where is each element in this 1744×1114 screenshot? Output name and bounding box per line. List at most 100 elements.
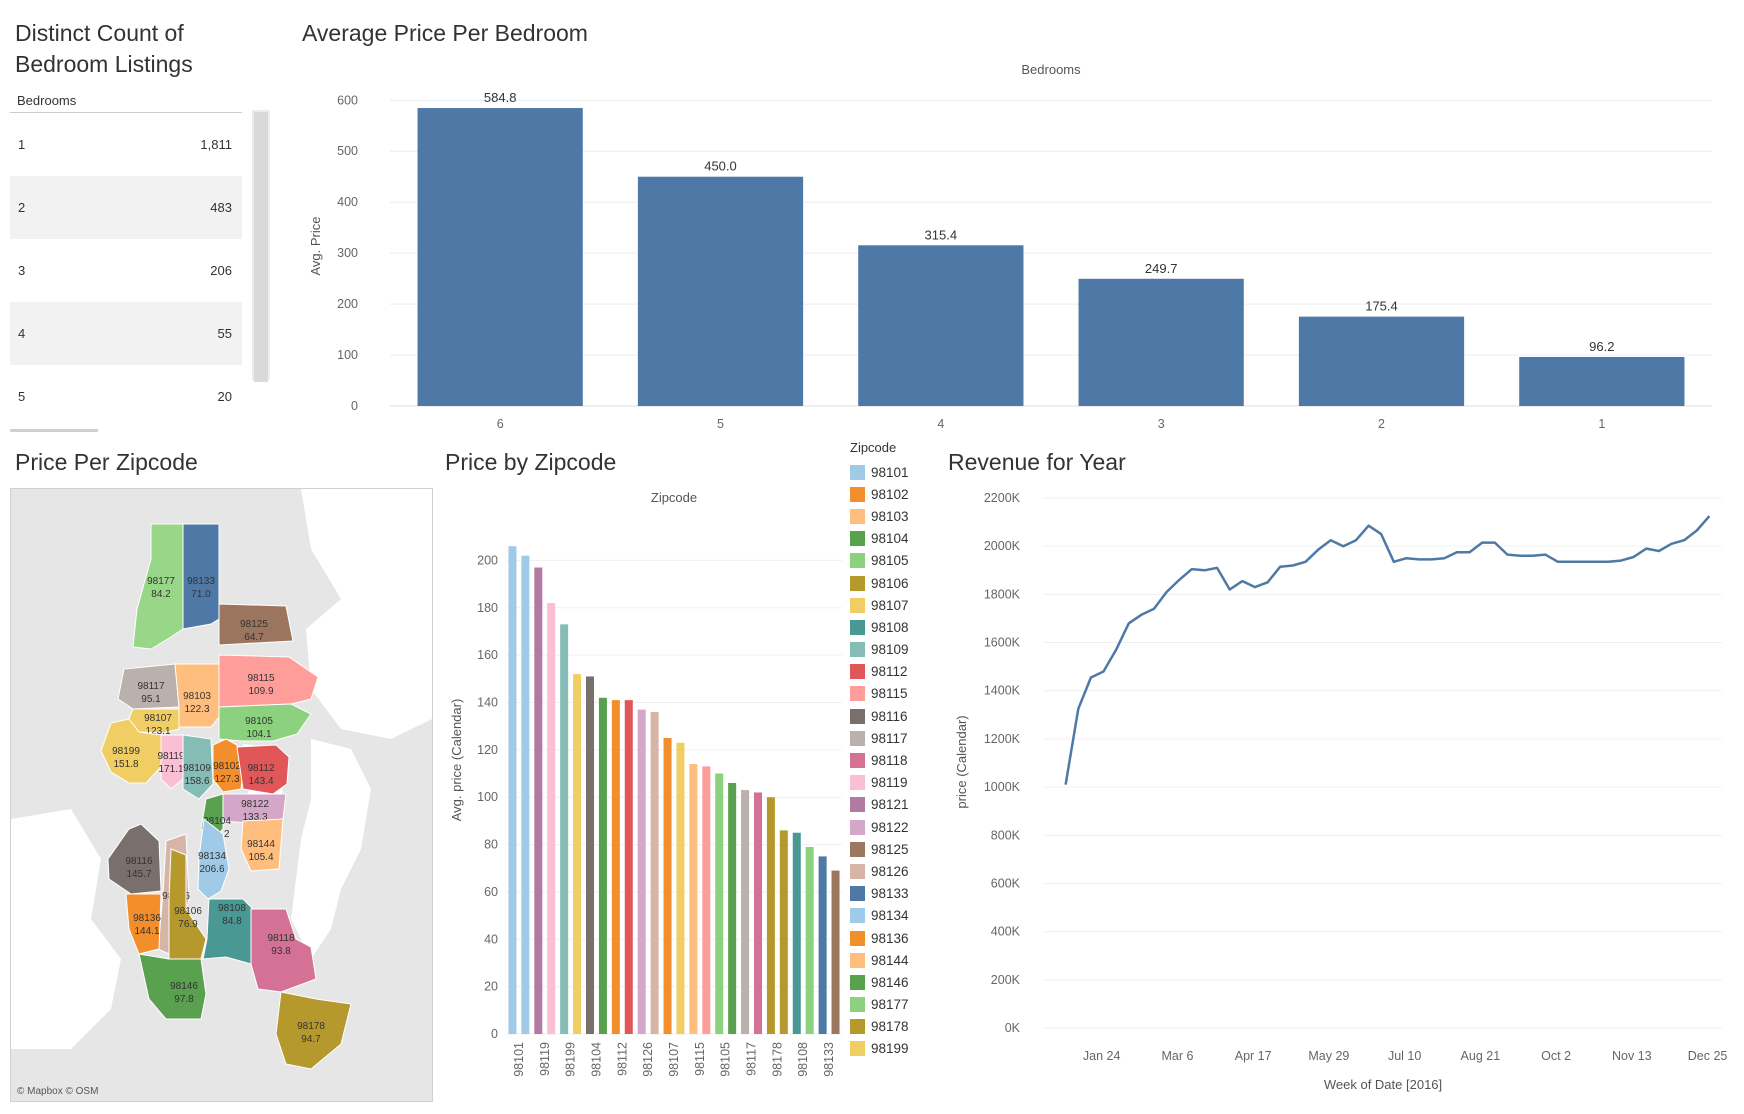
bar[interactable] [508,546,517,1034]
bar[interactable] [805,846,814,1034]
map-region-value-label: 105.4 [248,852,273,863]
bar[interactable] [637,176,804,406]
bar[interactable] [741,790,750,1034]
legend-item-98133[interactable]: 98133 [850,883,909,905]
map-region-value-label: 93.8 [271,946,291,957]
bar[interactable] [728,783,737,1034]
legend-label: 98199 [871,1041,909,1057]
y-tick-label: 400 [337,195,358,209]
map-region-zip-label: 98103 [183,691,211,702]
map-region-zip-label: 98122 [241,799,269,810]
x-tick-label: 98112 [615,1042,629,1076]
bar[interactable] [715,773,724,1034]
legend-item-98177[interactable]: 98177 [850,994,909,1016]
map-region-zip-label: 98119 [157,751,185,762]
legend-label: 98102 [871,486,909,502]
map-region-98119[interactable] [160,734,184,790]
revenue-line[interactable] [1064,515,1711,785]
legend-item-98106[interactable]: 98106 [850,572,909,594]
legend-item-98102[interactable]: 98102 [850,483,909,505]
legend-item-98109[interactable]: 98109 [850,639,909,661]
bar[interactable] [534,567,543,1034]
bar[interactable] [676,742,685,1034]
bar[interactable] [858,245,1024,406]
bar[interactable] [573,674,582,1034]
bar[interactable] [1078,278,1244,406]
legend-item-98107[interactable]: 98107 [850,594,909,616]
bar[interactable] [624,700,633,1034]
legend-swatch [850,908,865,924]
y-tick-label: 1000K [984,780,1021,794]
map-region-value-label: 84.8 [222,916,242,927]
legend-item-98116[interactable]: 98116 [850,705,909,727]
bar[interactable] [560,624,569,1034]
legend-item-98199[interactable]: 98199 [850,1038,909,1060]
legend-label: 98144 [871,952,909,968]
map-region-98136[interactable] [125,893,162,955]
bar[interactable] [637,709,646,1034]
bar[interactable] [702,766,711,1034]
bar[interactable] [779,830,788,1034]
legend-item-98103[interactable]: 98103 [850,505,909,527]
bar[interactable] [417,108,583,406]
legend-item-98119[interactable]: 98119 [850,772,909,794]
map-region-value-label: 206.6 [199,864,224,875]
legend-item-98101[interactable]: 98101 [850,461,909,483]
zipcode-map[interactable]: 98177 84.2 98133 71.0 98125 64.7 98117 95.1 9810… [10,488,433,1102]
legend-label: 98116 [871,708,908,724]
bar[interactable] [598,697,607,1034]
legend-item-98115[interactable]: 98115 [850,683,909,705]
legend-item-98122[interactable]: 98122 [850,816,909,838]
legend-item-98121[interactable]: 98121 [850,794,909,816]
bar[interactable] [689,764,698,1034]
y-tick-label: 140 [477,695,498,709]
x-tick-label: May 29 [1308,1049,1349,1063]
bar[interactable] [792,832,801,1034]
map-region-value-label: 109.9 [248,686,273,697]
bar[interactable] [547,603,556,1034]
legend-item-98125[interactable]: 98125 [850,838,909,860]
map-region-value-label: 84.2 [151,589,171,600]
legend-item-98136[interactable]: 98136 [850,927,909,949]
bar[interactable] [753,792,763,1034]
bar[interactable] [1298,316,1465,406]
bar[interactable] [611,700,620,1034]
y-tick-label: 600 [337,93,358,107]
legend-label: 98117 [871,730,908,746]
legend-item-98126[interactable]: 98126 [850,860,909,882]
bar[interactable] [818,856,827,1034]
legend-item-98104[interactable]: 98104 [850,528,909,550]
legend-label: 98112 [871,664,908,680]
map-region-zip-label: 98118 [267,933,295,944]
bar[interactable] [1519,356,1685,406]
bar[interactable] [650,711,659,1034]
x-tick-label: 98199 [564,1042,578,1077]
map-region-zip-label: 98116 [125,856,153,867]
legend-item-98112[interactable]: 98112 [850,661,909,683]
legend-item-98146[interactable]: 98146 [850,971,909,993]
bar[interactable] [831,870,840,1034]
column-header-bedrooms: Bedrooms [1021,62,1081,77]
map-region-value-label: 64.7 [244,632,264,643]
legend-item-98117[interactable]: 98117 [850,727,909,749]
y-axis-label: Avg. Price [308,216,323,275]
legend-item-98178[interactable]: 98178 [850,1016,909,1038]
map-region-value-label: 76.9 [178,919,198,930]
legend-item-98134[interactable]: 98134 [850,905,909,927]
map-region-zip-label: 98102 [213,761,241,772]
legend-item-98108[interactable]: 98108 [850,616,909,638]
legend-label: 98146 [871,974,909,990]
bar[interactable] [521,555,530,1034]
legend-swatch [850,819,865,835]
legend-item-98105[interactable]: 98105 [850,550,909,572]
bar-data-label: 249.7 [1145,261,1178,276]
map-region-value-label: 104.1 [246,729,271,740]
bar[interactable] [585,676,595,1034]
legend-item-98118[interactable]: 98118 [850,749,909,771]
y-tick-label: 300 [337,246,358,260]
bar[interactable] [766,797,775,1034]
map-region-zip-label: 98134 [198,851,226,862]
bar[interactable] [663,738,672,1034]
legend-item-98144[interactable]: 98144 [850,949,909,971]
y-tick-label: 200K [991,973,1021,987]
